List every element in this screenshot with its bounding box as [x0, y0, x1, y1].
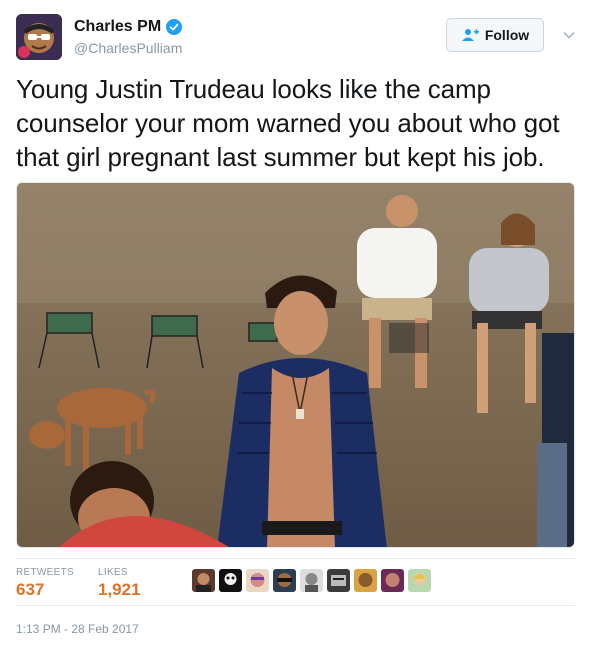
likes-stat[interactable]: LIKES 1,921: [98, 567, 141, 600]
tweet-timestamp[interactable]: 1:13 PM - 28 Feb 2017: [16, 622, 139, 636]
tweet-photo[interactable]: [16, 182, 575, 548]
retweets-stat[interactable]: RETWEETS 637: [16, 567, 74, 600]
follow-button-label: Follow: [484, 27, 530, 43]
liker-avatar[interactable]: [273, 569, 296, 592]
liker-avatar[interactable]: [300, 569, 323, 592]
user-avatar[interactable]: [16, 14, 62, 60]
liker-avatar[interactable]: [381, 569, 404, 592]
chevron-down-icon[interactable]: [562, 28, 576, 42]
display-name[interactable]: Charles PM: [74, 18, 183, 36]
follow-user-icon: [461, 29, 479, 41]
verified-badge-icon: [166, 19, 183, 35]
liker-avatar[interactable]: [192, 569, 215, 592]
user-handle[interactable]: @CharlesPulliam: [74, 40, 182, 56]
liker-avatar[interactable]: [327, 569, 350, 592]
liker-avatar[interactable]: [408, 569, 431, 592]
retweets-label: RETWEETS: [16, 567, 74, 578]
likes-label: LIKES: [98, 567, 128, 578]
liker-avatar[interactable]: [354, 569, 377, 592]
display-name-text: Charles PM: [74, 18, 162, 35]
likes-count: 1,921: [98, 580, 141, 599]
tweet-stats: RETWEETS 637 LIKES 1,921: [16, 558, 575, 606]
retweets-count: 637: [16, 580, 45, 599]
liker-avatar[interactable]: [246, 569, 269, 592]
liker-avatars: [192, 569, 431, 592]
follow-button[interactable]: Follow: [446, 18, 544, 52]
liker-avatar[interactable]: [219, 569, 242, 592]
tweet-text: Young Justin Trudeau looks like the camp…: [16, 74, 560, 172]
tweet-header: Charles PM @CharlesPulliam Follow: [16, 14, 580, 62]
